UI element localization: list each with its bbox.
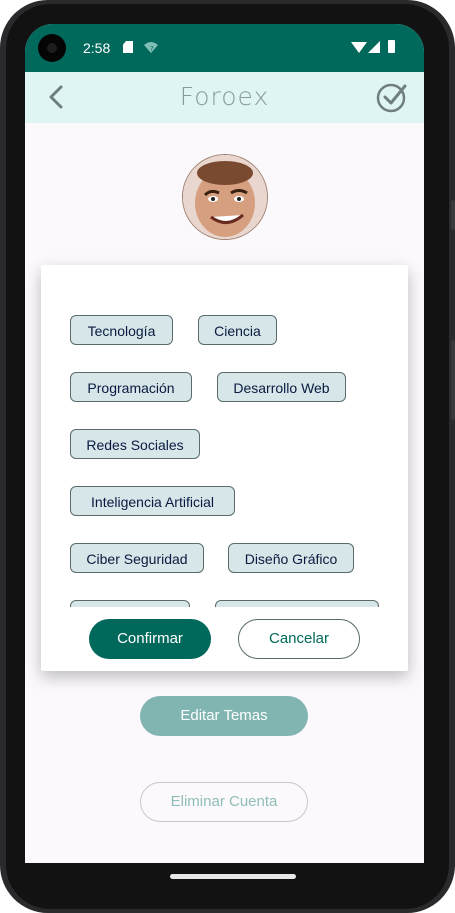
topic-chip-partial[interactable]: [70, 600, 190, 607]
check-circle-icon[interactable]: [376, 81, 408, 113]
phone-frame: 2:58 ? Foroex Editar Temas Eliminar Cuen…: [0, 0, 455, 913]
app-bar: Foroex: [25, 72, 424, 123]
app-title: Foroex: [179, 82, 270, 111]
status-bar: 2:58 ?: [25, 24, 424, 72]
edit-topics-button[interactable]: Editar Temas: [140, 696, 308, 736]
topic-chip[interactable]: Ciber Seguridad: [70, 543, 204, 573]
cancel-button[interactable]: Cancelar: [238, 619, 360, 659]
svg-text:?: ?: [150, 45, 154, 53]
wifi-icon: [351, 42, 367, 53]
topics-chip-list: Tecnología Ciencia Programación Desarrol…: [41, 265, 408, 607]
status-time: 2:58: [83, 40, 111, 56]
camera-cutout: [38, 34, 66, 62]
topics-dialog: Tecnología Ciencia Programación Desarrol…: [41, 265, 408, 671]
screen: 2:58 ? Foroex Editar Temas Eliminar Cuen…: [25, 24, 424, 863]
home-indicator[interactable]: [170, 874, 296, 879]
topic-chip[interactable]: Inteligencia Artificial: [70, 486, 235, 516]
topic-chip[interactable]: Programación: [70, 372, 192, 402]
topic-chip[interactable]: Diseño Gráfico: [228, 543, 354, 573]
topic-chip[interactable]: Ciencia: [198, 315, 277, 345]
delete-account-button[interactable]: Eliminar Cuenta: [140, 782, 308, 822]
topic-chip-partial[interactable]: [215, 600, 379, 607]
topic-chip[interactable]: Desarrollo Web: [217, 372, 346, 402]
confirm-button[interactable]: Confirmar: [89, 619, 211, 659]
signal-icon: [368, 41, 380, 53]
battery-icon: [388, 40, 395, 53]
sd-card-icon: [123, 41, 133, 53]
wifi-question-icon: ?: [143, 41, 159, 53]
avatar[interactable]: [182, 154, 268, 240]
volume-button: [451, 340, 455, 420]
topic-chip[interactable]: Tecnología: [70, 315, 173, 345]
topic-chip[interactable]: Redes Sociales: [70, 429, 200, 459]
power-button: [451, 200, 455, 230]
